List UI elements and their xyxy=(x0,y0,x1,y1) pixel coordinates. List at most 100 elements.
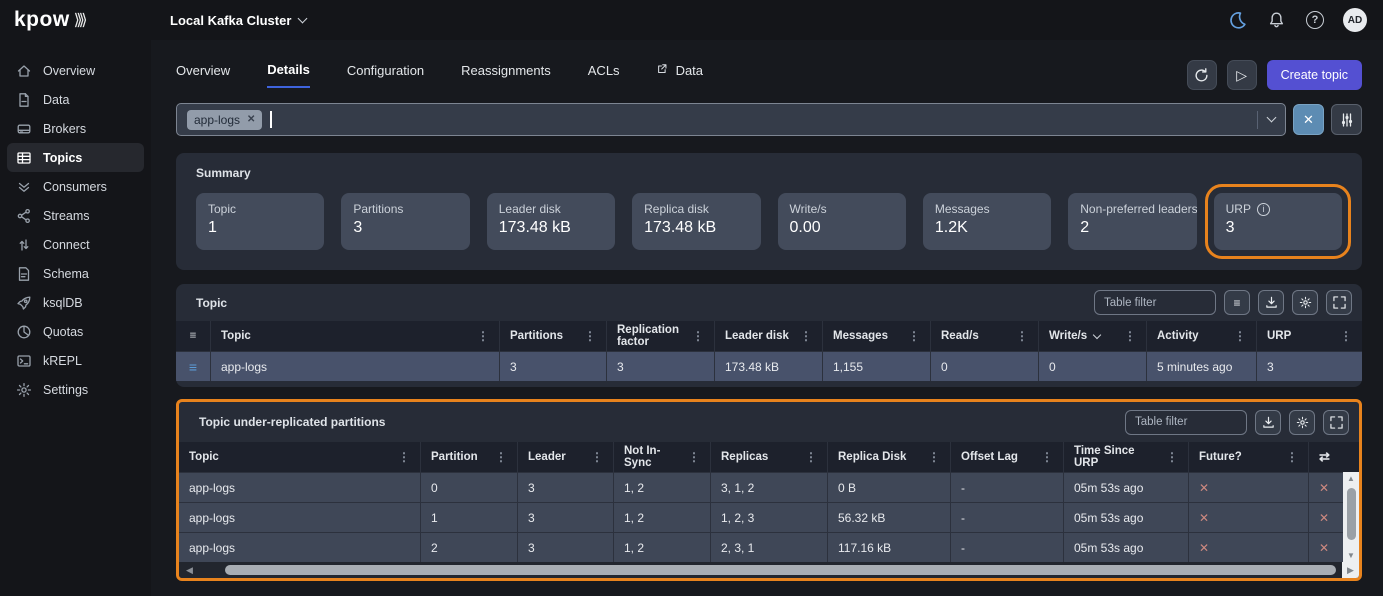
column-label: Offset Lag xyxy=(961,451,1018,463)
column-menu-icon[interactable]: ⋮ xyxy=(1118,329,1136,343)
download-button[interactable] xyxy=(1255,410,1281,435)
info-icon[interactable]: i xyxy=(1257,203,1270,216)
sidebar-item-overview[interactable]: Overview xyxy=(7,56,144,85)
fullscreen-button[interactable] xyxy=(1326,290,1352,315)
column-menu-icon[interactable]: ⋮ xyxy=(1228,329,1246,343)
column-menu-icon[interactable]: ⋮ xyxy=(686,329,704,343)
column-menu-icon[interactable]: ⋮ xyxy=(578,329,596,343)
column-header-write-s[interactable]: Write/s⋮ xyxy=(1038,321,1146,351)
sidebar-item-label: Quotas xyxy=(43,325,83,339)
cluster-selector[interactable]: Local Kafka Cluster xyxy=(170,13,306,28)
column-header-future-[interactable]: Future?⋮ xyxy=(1188,442,1308,472)
column-header-topic[interactable]: Topic⋮ xyxy=(210,321,499,351)
column-menu-icon[interactable]: ⋮ xyxy=(489,450,507,464)
scroll-left-icon[interactable]: ◀ xyxy=(179,565,197,576)
table-settings-gear-icon[interactable] xyxy=(1289,410,1315,435)
column-menu-icon[interactable]: ⋮ xyxy=(799,450,817,464)
chip-remove-icon[interactable]: ✕ xyxy=(247,114,255,125)
scroll-right-icon[interactable]: ▶ xyxy=(1342,562,1359,578)
column-header-reassign[interactable]: ⇄ xyxy=(1308,442,1359,472)
table-settings-gear-icon[interactable] xyxy=(1292,290,1318,315)
summary-card-value: 3 xyxy=(353,219,457,237)
column-header-read-s[interactable]: Read/s⋮ xyxy=(930,321,1038,351)
fullscreen-button[interactable] xyxy=(1323,410,1349,435)
create-topic-button[interactable]: Create topic xyxy=(1267,60,1362,90)
tab-overview[interactable]: Overview xyxy=(176,62,230,88)
tab-reassignments[interactable]: Reassignments xyxy=(461,62,551,88)
column-header-topic[interactable]: Topic⋮ xyxy=(179,442,420,472)
column-header-time-since-urp[interactable]: Time Since URP⋮ xyxy=(1063,442,1188,472)
column-header-leader[interactable]: Leader⋮ xyxy=(517,442,613,472)
sidebar-item-schema[interactable]: Schema xyxy=(7,259,144,288)
column-menu-icon[interactable]: ⋮ xyxy=(1334,329,1352,343)
vertical-scroll-thumb[interactable] xyxy=(1347,488,1356,540)
sidebar-item-streams[interactable]: Streams xyxy=(7,201,144,230)
table-filter-input[interactable] xyxy=(1094,290,1216,315)
download-button[interactable] xyxy=(1258,290,1284,315)
column-header-not-in-sync[interactable]: Not In-Sync⋮ xyxy=(613,442,710,472)
column-menu-icon[interactable]: ⋮ xyxy=(902,329,920,343)
column-header-urp[interactable]: URP⋮ xyxy=(1256,321,1362,351)
sidebar-item-data[interactable]: Data xyxy=(7,85,144,114)
column-menu-icon[interactable]: ⋮ xyxy=(922,450,940,464)
refresh-button[interactable] xyxy=(1187,60,1217,90)
play-button[interactable]: ▷ xyxy=(1227,60,1257,90)
column-header-partitions[interactable]: Partitions⋮ xyxy=(499,321,606,351)
tab-label: Overview xyxy=(176,63,230,78)
table-row[interactable]: app-logs231, 22, 3, 1117.16 kB-05m 53s a… xyxy=(179,532,1359,562)
main-content: Overview Details Configuration Reassignment… xyxy=(151,40,1383,596)
row-drag-handle-icon[interactable]: ≡ xyxy=(176,352,210,381)
column-menu-button[interactable]: ≡ xyxy=(1224,290,1250,315)
column-header-activity[interactable]: Activity⋮ xyxy=(1146,321,1256,351)
help-icon[interactable]: ? xyxy=(1304,9,1326,31)
tab-details[interactable]: Details xyxy=(267,62,310,88)
horizontal-scroll-thumb[interactable] xyxy=(225,565,1336,575)
sidebar-item-krepl[interactable]: kREPL xyxy=(7,346,144,375)
tab-label: Reassignments xyxy=(461,63,551,78)
tab-data[interactable]: Data xyxy=(657,62,703,88)
column-menu-icon[interactable]: ⋮ xyxy=(1280,450,1298,464)
column-header-replicas[interactable]: Replicas⋮ xyxy=(710,442,827,472)
table-row[interactable]: ≡app-logs33173.48 kB1,155005 minutes ago… xyxy=(176,351,1362,381)
topic-search-input[interactable]: app-logs ✕ xyxy=(176,103,1286,136)
table-row[interactable]: app-logs131, 21, 2, 356.32 kB-05m 53s ag… xyxy=(179,502,1359,532)
sidebar-item-consumers[interactable]: Consumers xyxy=(7,172,144,201)
sidebar-item-settings[interactable]: Settings xyxy=(7,375,144,404)
column-header-offset-lag[interactable]: Offset Lag ⋮ xyxy=(950,442,1063,472)
table-filter-input[interactable] xyxy=(1125,410,1247,435)
scroll-down-icon[interactable]: ▼ xyxy=(1347,549,1355,562)
logo-text: kpow xyxy=(14,8,70,32)
sidebar-item-topics[interactable]: Topics xyxy=(7,143,144,172)
clear-search-button[interactable]: ✕ xyxy=(1293,104,1324,135)
search-filters-button[interactable] xyxy=(1331,104,1362,135)
column-menu-icon[interactable]: ⋮ xyxy=(392,450,410,464)
table-cell-time-since-urp: 05m 53s ago xyxy=(1063,473,1188,502)
user-avatar[interactable]: AD xyxy=(1343,8,1367,32)
sidebar-item-brokers[interactable]: Brokers xyxy=(7,114,144,143)
sidebar-item-ksqldb[interactable]: ksqlDB xyxy=(7,288,144,317)
table-row[interactable]: app-logs031, 23, 1, 20 B-05m 53s ago✕✕ xyxy=(179,472,1359,502)
column-menu-icon[interactable]: ⋮ xyxy=(1160,450,1178,464)
sidebar-item-connect[interactable]: Connect xyxy=(7,230,144,259)
column-header-replica-disk[interactable]: Replica Disk⋮ xyxy=(827,442,950,472)
column-menu-icon[interactable]: ⋮ xyxy=(1010,329,1028,343)
tab-acls[interactable]: ACLs xyxy=(588,62,620,88)
tab-configuration[interactable]: Configuration xyxy=(347,62,424,88)
notifications-bell-icon[interactable] xyxy=(1265,9,1287,31)
column-menu-icon[interactable]: ⋮ xyxy=(585,450,603,464)
column-header-leader-disk[interactable]: Leader disk⋮ xyxy=(714,321,822,351)
search-dropdown-toggle[interactable] xyxy=(1257,111,1275,129)
column-header-messages[interactable]: Messages⋮ xyxy=(822,321,930,351)
column-menu-icon[interactable]: ⋮ xyxy=(794,329,812,343)
column-header-replication-factor[interactable]: Replication factor⋮ xyxy=(606,321,714,351)
column-menu-icon[interactable]: ⋮ xyxy=(682,450,700,464)
column-menu-icon[interactable]: ⋮ xyxy=(1035,450,1053,464)
vertical-scrollbar[interactable]: ▲ ▼ xyxy=(1343,472,1359,562)
horizontal-scrollbar[interactable]: ◀ ▶ xyxy=(179,562,1359,578)
sidebar-item-quotas[interactable]: Quotas xyxy=(7,317,144,346)
dark-mode-moon-icon[interactable] xyxy=(1226,9,1248,31)
sidebar-item-label: Topics xyxy=(43,151,82,165)
scroll-up-icon[interactable]: ▲ xyxy=(1347,472,1355,485)
column-menu-icon[interactable]: ⋮ xyxy=(471,329,489,343)
column-header-partition[interactable]: Partition⋮ xyxy=(420,442,517,472)
